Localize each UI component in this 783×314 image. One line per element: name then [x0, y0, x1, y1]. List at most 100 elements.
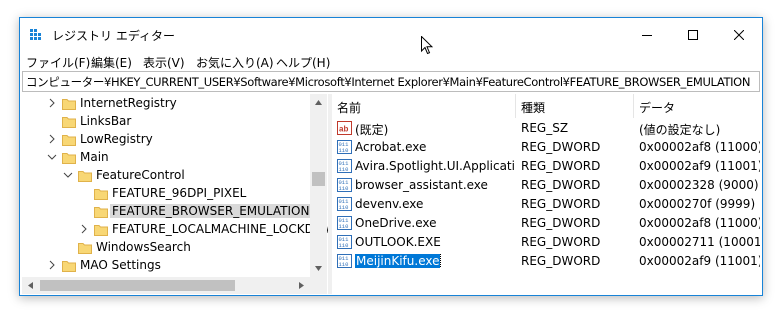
value-name-selected: MeijinKifu.exe — [355, 254, 515, 268]
close-icon — [734, 30, 744, 40]
value-name: Avira.Spotlight.UI.Applicati... — [355, 159, 515, 173]
value-row-avira[interactable]: 011 110 Avira.Spotlight.UI.Applicati... R… — [332, 157, 760, 176]
tree-item-mao-settings[interactable]: MAO Settings — [22, 257, 308, 275]
tree-item-label: FeatureControl — [96, 168, 185, 182]
tree-item-feature-localmachine-lockdown[interactable]: FEATURE_LOCALMACHINE_LOCKDOWN — [22, 221, 328, 239]
menu-view[interactable]: 表示(V) — [143, 54, 185, 71]
value-row-onedrive[interactable]: 011 110 OneDrive.exe REG_DWORD 0x00002af8… — [332, 214, 760, 233]
binary-value-icon: 011110 — [337, 254, 352, 268]
svg-text:110: 110 — [339, 185, 349, 192]
value-type: REG_DWORD — [521, 159, 601, 173]
folder-icon — [94, 189, 108, 200]
value-type: REG_SZ — [521, 121, 569, 135]
menu-file[interactable]: ファイル(F) — [26, 54, 90, 71]
value-type: REG_DWORD — [521, 254, 601, 268]
scroll-down-button[interactable] — [310, 260, 327, 277]
value-row-devenv[interactable]: 011 110 devenv.exe REG_DWORD 0x0000270f (… — [332, 195, 760, 214]
chevron-down-icon[interactable] — [63, 170, 73, 180]
title-bar[interactable]: レジストリ エディター — [20, 18, 762, 52]
value-type: REG_DWORD — [521, 216, 601, 230]
chevron-right-icon[interactable] — [47, 134, 57, 144]
value-row-acrobat[interactable]: 011 110 Acrobat.exe REG_DWORD 0x00002af8 … — [332, 138, 760, 157]
chevron-right-icon[interactable] — [47, 98, 57, 108]
chevron-right-icon[interactable] — [47, 260, 57, 270]
column-header-type[interactable]: 種類 — [521, 99, 545, 116]
tree-horizontal-scroll-thumb[interactable] — [40, 280, 235, 291]
svg-text:110: 110 — [339, 166, 349, 173]
tree-item-label-selected: FEATURE_BROWSER_EMULATION — [110, 204, 312, 218]
menu-favorites[interactable]: お気に入り(A) — [196, 54, 274, 71]
menu-edit[interactable]: 編集(E) — [91, 54, 132, 71]
svg-text:ab: ab — [339, 125, 348, 134]
tree-item-label: MAO Settings — [80, 258, 161, 272]
svg-text:110: 110 — [339, 147, 349, 154]
tree-item-lowregistry[interactable]: LowRegistry — [22, 131, 308, 149]
tree-vertical-scrollbar[interactable] — [310, 94, 327, 277]
folder-icon — [94, 225, 108, 236]
tree-item-label: InternetRegistry — [80, 96, 177, 110]
value-data: 0x00002af8 (11000) — [639, 140, 760, 154]
tree-item-label: WindowsSearch — [96, 240, 191, 254]
minimize-icon — [642, 35, 652, 36]
registry-editor-window: レジストリ エディター ファイル(F) 編集(E) 表示(V) お気に入り(A)… — [19, 17, 763, 296]
tree-item-feature-browser-emulation[interactable]: FEATURE_BROWSER_EMULATION — [22, 203, 312, 221]
tree-item-label: LinksBar — [80, 114, 132, 128]
value-row-browser-assistant[interactable]: 011 110 browser_assistant.exe REG_DWORD 0… — [332, 176, 760, 195]
values-list-pane[interactable]: 名前 種類 データ ab (既定) REG_SZ (値の設定なし) 011 110… — [332, 94, 760, 294]
value-name: browser_assistant.exe — [355, 178, 488, 192]
value-row-default[interactable]: ab (既定) REG_SZ (値の設定なし) — [332, 119, 760, 138]
value-data: 0x00002328 (9000) — [639, 178, 759, 192]
address-bar[interactable]: コンピューター¥HKEY_CURRENT_USER¥Software¥Micro… — [22, 71, 760, 92]
folder-icon — [62, 99, 76, 110]
value-data: 0x0000270f (9999) — [639, 197, 756, 211]
value-data: 0x00002af9 (11001) — [639, 254, 760, 268]
scroll-right-button[interactable] — [293, 277, 310, 294]
maximize-button[interactable] — [670, 18, 716, 52]
tree-item-feature-96dpi-pixel[interactable]: FEATURE_96DPI_PIXEL — [22, 185, 308, 203]
arrow-up-icon — [315, 100, 322, 105]
value-row-meijinkifu[interactable]: 011 110 MeijinKifu.exe REG_DWORD 0x00002a… — [332, 252, 760, 271]
tree-item-internetregistry[interactable]: InternetRegistry — [22, 95, 308, 113]
tree-item-main[interactable]: Main — [22, 149, 308, 167]
minimize-button[interactable] — [624, 18, 670, 52]
column-header-data[interactable]: データ — [639, 99, 675, 116]
column-divider[interactable] — [633, 94, 634, 118]
arrow-left-icon — [28, 282, 33, 289]
address-path: コンピューター¥HKEY_CURRENT_USER¥Software¥Micro… — [26, 75, 751, 89]
value-name: OUTLOOK.EXE — [355, 235, 441, 249]
list-header: 名前 種類 データ — [332, 94, 760, 118]
key-tree-pane[interactable]: InternetRegistry LinksBar LowRegistry Ma… — [22, 94, 328, 294]
value-data: 0x00002711 (10001) — [639, 235, 760, 249]
column-divider[interactable] — [515, 94, 516, 118]
value-type: REG_DWORD — [521, 235, 601, 249]
tree-item-windowssearch[interactable]: WindowsSearch — [22, 239, 308, 257]
value-name: OneDrive.exe — [355, 216, 437, 230]
chevron-right-icon[interactable] — [79, 224, 89, 234]
svg-text:110: 110 — [339, 204, 349, 211]
tree-item-linksbar[interactable]: LinksBar — [22, 113, 308, 131]
folder-icon — [94, 207, 108, 218]
tree-vertical-scroll-thumb[interactable] — [312, 172, 325, 186]
chevron-down-icon[interactable] — [47, 152, 57, 162]
tree-item-label: FEATURE_LOCALMACHINE_LOCKDOWN — [112, 222, 328, 236]
close-button[interactable] — [716, 18, 762, 52]
scroll-up-button[interactable] — [310, 94, 327, 111]
column-header-name[interactable]: 名前 — [337, 99, 361, 116]
selected-value-name[interactable]: MeijinKifu.exe — [355, 254, 442, 268]
svg-text:110: 110 — [339, 223, 349, 230]
tree-item-featurecontrol[interactable]: FeatureControl — [22, 167, 308, 185]
folder-icon — [62, 135, 76, 146]
value-data: (値の設定なし) — [639, 123, 721, 137]
binary-value-icon: 011110 — [337, 216, 352, 230]
binary-value-icon: 011110 — [337, 178, 352, 192]
arrow-down-icon — [315, 266, 322, 271]
tree-item-label: FEATURE_96DPI_PIXEL — [112, 186, 247, 200]
svg-text:110: 110 — [339, 261, 349, 268]
binary-value-icon: 011110 — [337, 235, 352, 249]
menu-help[interactable]: ヘルプ(H) — [276, 54, 330, 71]
folder-icon — [62, 117, 76, 128]
scroll-left-button[interactable] — [22, 277, 39, 294]
value-row-outlook[interactable]: 011 110 OUTLOOK.EXE REG_DWORD 0x00002711 … — [332, 233, 760, 252]
binary-value-icon: 011110 — [337, 140, 352, 154]
tree-horizontal-scrollbar[interactable] — [22, 277, 327, 294]
